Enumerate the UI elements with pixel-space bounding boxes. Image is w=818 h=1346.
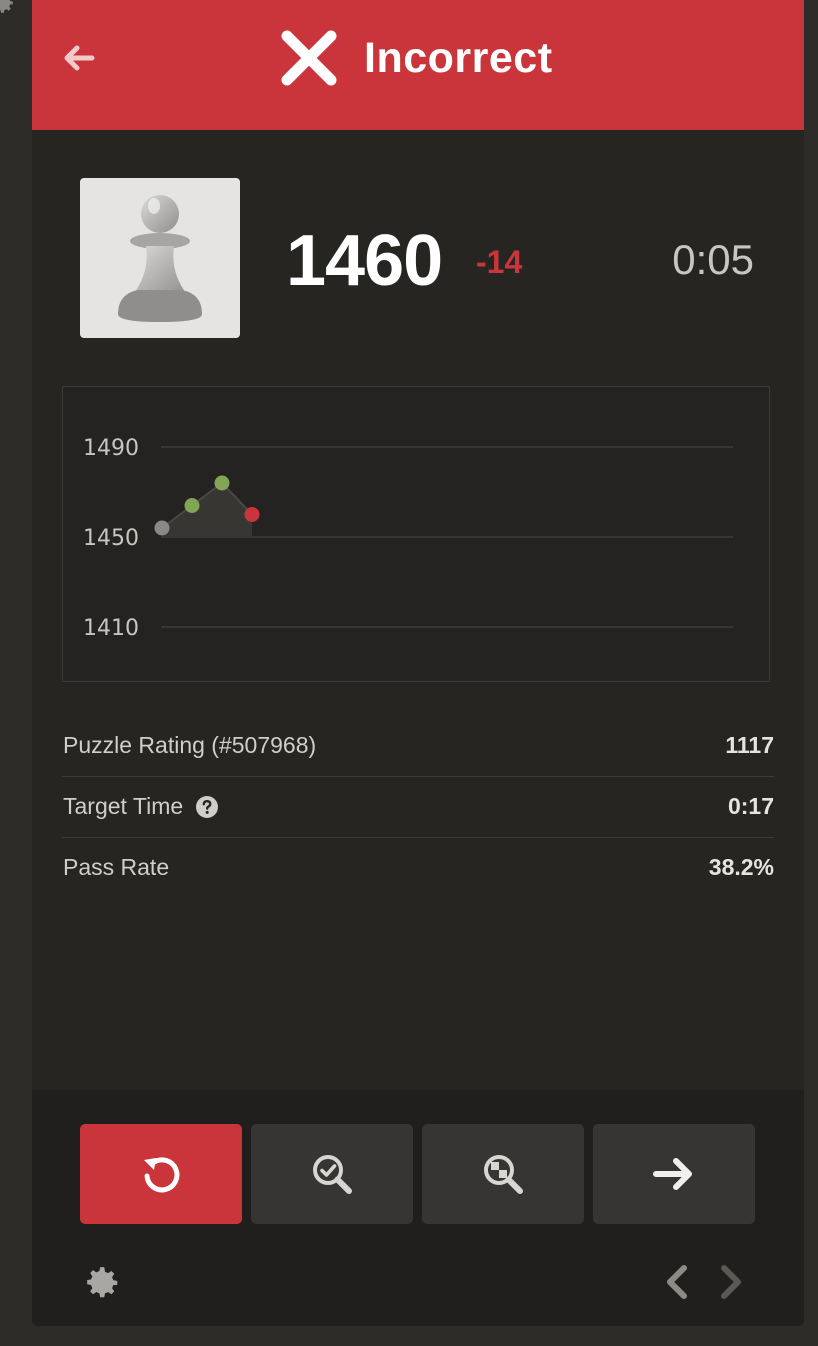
stat-label-text: Target Time [63, 793, 184, 819]
stat-value: 0:17 [727, 793, 774, 819]
rating-point [244, 507, 260, 522]
stat-label: Puzzle Rating (#507968) [63, 732, 316, 759]
player-rating: 1460 [286, 221, 443, 301]
right-margin [804, 0, 818, 1346]
stat-label-text: Puzzle Rating (#507968) [63, 732, 317, 758]
analysis-button[interactable] [251, 1124, 413, 1224]
stat-row-pass-rate: Pass Rate 38.2% [62, 838, 774, 898]
chevron-left-icon[interactable] [660, 1262, 694, 1302]
chevron-right-icon[interactable] [714, 1262, 748, 1302]
stat-value: 1117 [725, 732, 774, 758]
question-circle-icon[interactable] [195, 795, 219, 819]
left-margin [0, 0, 32, 1346]
puzzle-result-panel: Incorrect 1460 -14 0:05 1490 1450 1410 Puz… [32, 0, 804, 1326]
arrow-left-icon[interactable] [58, 38, 98, 78]
arrow-right-icon [653, 1158, 692, 1190]
stat-label: Target Time [63, 793, 219, 820]
y-tick-label: 1450 [83, 526, 139, 551]
result-title: Incorrect [364, 33, 553, 82]
solve-time: 0:05 [672, 236, 754, 283]
stat-label: Pass Rate [63, 854, 169, 881]
analysis-check-icon [313, 1155, 352, 1194]
puzzle-stats: Puzzle Rating (#507968) 1117 Target Time… [62, 716, 774, 898]
rating-point [184, 498, 200, 513]
y-tick-label: 1410 [83, 616, 139, 641]
result-header: Incorrect [32, 0, 804, 130]
rating-chart: 1490 1450 1410 [62, 386, 770, 682]
stat-row-puzzle-rating: Puzzle Rating (#507968) 1117 [62, 716, 774, 777]
action-bar [32, 1090, 804, 1326]
pawn-avatar [80, 178, 240, 338]
corner-gear-icon [0, 0, 13, 13]
analysis-board-button[interactable] [422, 1124, 584, 1224]
rating-point [154, 520, 170, 536]
x-icon [281, 30, 337, 86]
retry-button[interactable] [80, 1124, 242, 1224]
stat-value: 38.2% [708, 854, 774, 880]
next-puzzle-button[interactable] [593, 1124, 755, 1224]
stat-label-text: Pass Rate [63, 854, 170, 880]
retry-icon [144, 1157, 180, 1193]
rating-chart-svg: 1490 1450 1410 [83, 436, 733, 641]
pawn-icon [118, 195, 202, 322]
stat-row-target-time: Target Time 0:17 [62, 777, 774, 838]
rating-change: -14 [476, 244, 523, 280]
rating-area [162, 483, 252, 537]
rating-point [214, 475, 230, 491]
gear-icon[interactable] [84, 1264, 122, 1302]
header-title-group: Incorrect [278, 26, 553, 90]
y-tick-label: 1490 [83, 436, 139, 461]
analysis-board-icon [484, 1155, 523, 1194]
